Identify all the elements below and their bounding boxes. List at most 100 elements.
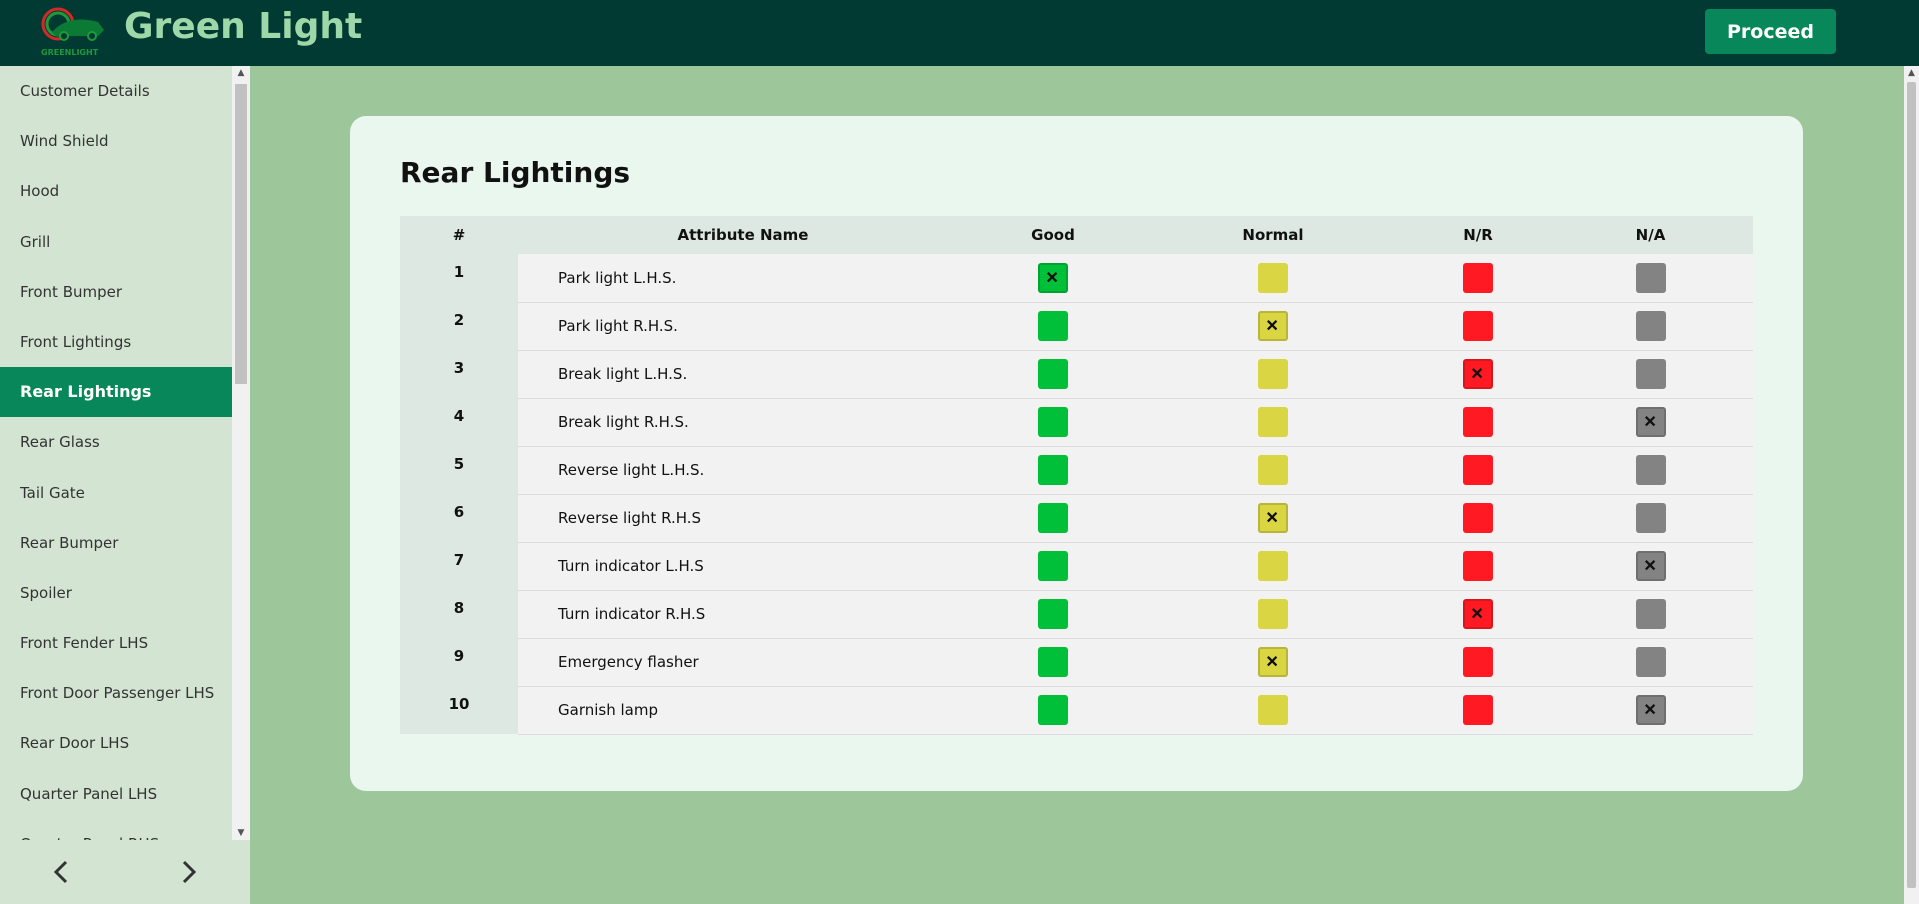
sidebar-item-front-lightings[interactable]: Front Lightings: [0, 317, 232, 367]
table-row: 3 Break light L.H.S.: [400, 350, 1753, 399]
normal-checkbox[interactable]: [1258, 503, 1288, 533]
nr-checkbox[interactable]: [1463, 262, 1493, 293]
sidebar-item-spoiler[interactable]: Spoiler: [0, 568, 232, 618]
cell-nr: [1408, 350, 1548, 399]
prev-button[interactable]: [44, 854, 80, 890]
col-header-num: #: [400, 216, 518, 254]
good-checkbox[interactable]: [1038, 359, 1068, 389]
nr-checkbox[interactable]: [1463, 695, 1493, 725]
nr-checkbox[interactable]: [1463, 599, 1493, 629]
sidebar-item-rear-bumper[interactable]: Rear Bumper: [0, 518, 232, 568]
na-checkbox[interactable]: [1635, 599, 1666, 629]
table-row: 4 Break light R.H.S.: [400, 398, 1753, 447]
good-checkbox[interactable]: [1038, 407, 1068, 437]
cell-nr: [1408, 254, 1548, 303]
check-x-icon: [1644, 704, 1655, 715]
good-checkbox[interactable]: [1038, 551, 1068, 581]
cell-normal: [1138, 254, 1408, 303]
na-checkbox[interactable]: [1635, 503, 1666, 533]
col-header-normal: Normal: [1138, 216, 1408, 254]
sidebar-item-rear-lightings[interactable]: Rear Lightings: [0, 367, 232, 418]
sidebar-scrollbar[interactable]: ▲ ▼: [232, 66, 250, 840]
scroll-down-icon[interactable]: ▼: [232, 826, 250, 840]
page-scrollbar-thumb[interactable]: [1907, 82, 1916, 888]
scroll-up-icon[interactable]: ▲: [232, 66, 250, 80]
cell-normal: [1138, 686, 1408, 735]
cell-normal: [1138, 494, 1408, 543]
cell-normal: [1138, 542, 1408, 591]
sidebar-item-rear-door-lhs[interactable]: Rear Door LHS: [0, 718, 232, 768]
chevron-left-icon: [53, 860, 68, 884]
cell-na: [1548, 302, 1753, 351]
na-checkbox[interactable]: [1635, 695, 1666, 725]
check-x-icon: [1472, 608, 1483, 619]
na-checkbox[interactable]: [1635, 359, 1666, 389]
table-header-row: # Attribute Name Good Normal N/R N/A: [400, 216, 1753, 254]
normal-checkbox[interactable]: [1258, 455, 1288, 485]
sidebar-item-grill[interactable]: Grill: [0, 217, 232, 267]
normal-checkbox[interactable]: [1258, 647, 1288, 677]
na-checkbox[interactable]: [1635, 647, 1666, 677]
table-row: 9 Emergency flasher: [400, 638, 1753, 687]
normal-checkbox[interactable]: [1258, 551, 1288, 581]
cell-good: [968, 302, 1138, 351]
good-checkbox[interactable]: [1038, 599, 1068, 629]
sidebar-scrollbar-thumb[interactable]: [235, 84, 247, 384]
next-button[interactable]: [170, 854, 206, 890]
sidebar-item-front-door-passenger-lhs[interactable]: Front Door Passenger LHS: [0, 668, 232, 718]
na-checkbox[interactable]: [1635, 262, 1666, 293]
nr-checkbox[interactable]: [1463, 407, 1493, 437]
attribute-name: Reverse light R.H.S: [518, 494, 968, 543]
proceed-button[interactable]: Proceed: [1705, 9, 1836, 54]
sidebar-list: Customer Details Wind Shield Hood Grill Fron…: [0, 66, 232, 840]
table-row: 8 Turn indicator R.H.S: [400, 590, 1753, 639]
normal-checkbox[interactable]: [1258, 359, 1288, 389]
na-checkbox[interactable]: [1635, 551, 1666, 581]
sidebar-item-quarter-panel-rhs[interactable]: Quarter Panel RHS: [0, 819, 232, 840]
good-checkbox[interactable]: [1038, 262, 1068, 293]
sidebar-item-tail-gate[interactable]: Tail Gate: [0, 468, 232, 518]
sidebar-item-quarter-panel-lhs[interactable]: Quarter Panel LHS: [0, 769, 232, 819]
page-scrollbar[interactable]: ▲: [1904, 66, 1919, 904]
nr-checkbox[interactable]: [1463, 551, 1493, 581]
nr-checkbox[interactable]: [1463, 503, 1493, 533]
attribute-name: Turn indicator L.H.S: [518, 542, 968, 591]
na-checkbox[interactable]: [1635, 455, 1666, 485]
nr-checkbox[interactable]: [1463, 647, 1493, 677]
cell-good: [968, 446, 1138, 495]
page-scroll-up-icon[interactable]: ▲: [1904, 66, 1919, 80]
sidebar-item-rear-glass[interactable]: Rear Glass: [0, 417, 232, 467]
attribute-name: Garnish lamp: [518, 686, 968, 735]
table-row: 2 Park light R.H.S.: [400, 302, 1753, 351]
normal-checkbox[interactable]: [1258, 407, 1288, 437]
row-number: 1: [400, 254, 518, 302]
normal-checkbox[interactable]: [1258, 695, 1288, 725]
good-checkbox[interactable]: [1038, 455, 1068, 485]
nr-checkbox[interactable]: [1463, 311, 1493, 341]
nr-checkbox[interactable]: [1463, 455, 1493, 485]
sidebar-item-front-bumper[interactable]: Front Bumper: [0, 267, 232, 317]
app-title: Green Light: [124, 6, 363, 47]
sidebar-item-customer-details[interactable]: Customer Details: [0, 66, 232, 116]
normal-checkbox[interactable]: [1258, 262, 1288, 293]
normal-checkbox[interactable]: [1258, 311, 1288, 341]
row-number: 7: [400, 542, 518, 590]
attribute-name: Reverse light L.H.S.: [518, 446, 968, 495]
table-row: 1 Park light L.H.S.: [400, 254, 1753, 303]
row-number: 6: [400, 494, 518, 542]
na-checkbox[interactable]: [1635, 311, 1666, 341]
sidebar-item-wind-shield[interactable]: Wind Shield: [0, 116, 232, 166]
good-checkbox[interactable]: [1038, 647, 1068, 677]
good-checkbox[interactable]: [1038, 311, 1068, 341]
cell-na: [1548, 446, 1753, 495]
sidebar-item-front-fender-lhs[interactable]: Front Fender LHS: [0, 618, 232, 668]
sidebar-item-hood[interactable]: Hood: [0, 166, 232, 216]
na-checkbox[interactable]: [1635, 407, 1666, 437]
attributes-table: # Attribute Name Good Normal N/R N/A 1 Pa…: [400, 216, 1753, 735]
check-x-icon: [1267, 656, 1278, 667]
good-checkbox[interactable]: [1038, 695, 1068, 725]
normal-checkbox[interactable]: [1258, 599, 1288, 629]
good-checkbox[interactable]: [1038, 503, 1068, 533]
cell-good: [968, 254, 1138, 303]
nr-checkbox[interactable]: [1463, 359, 1493, 389]
